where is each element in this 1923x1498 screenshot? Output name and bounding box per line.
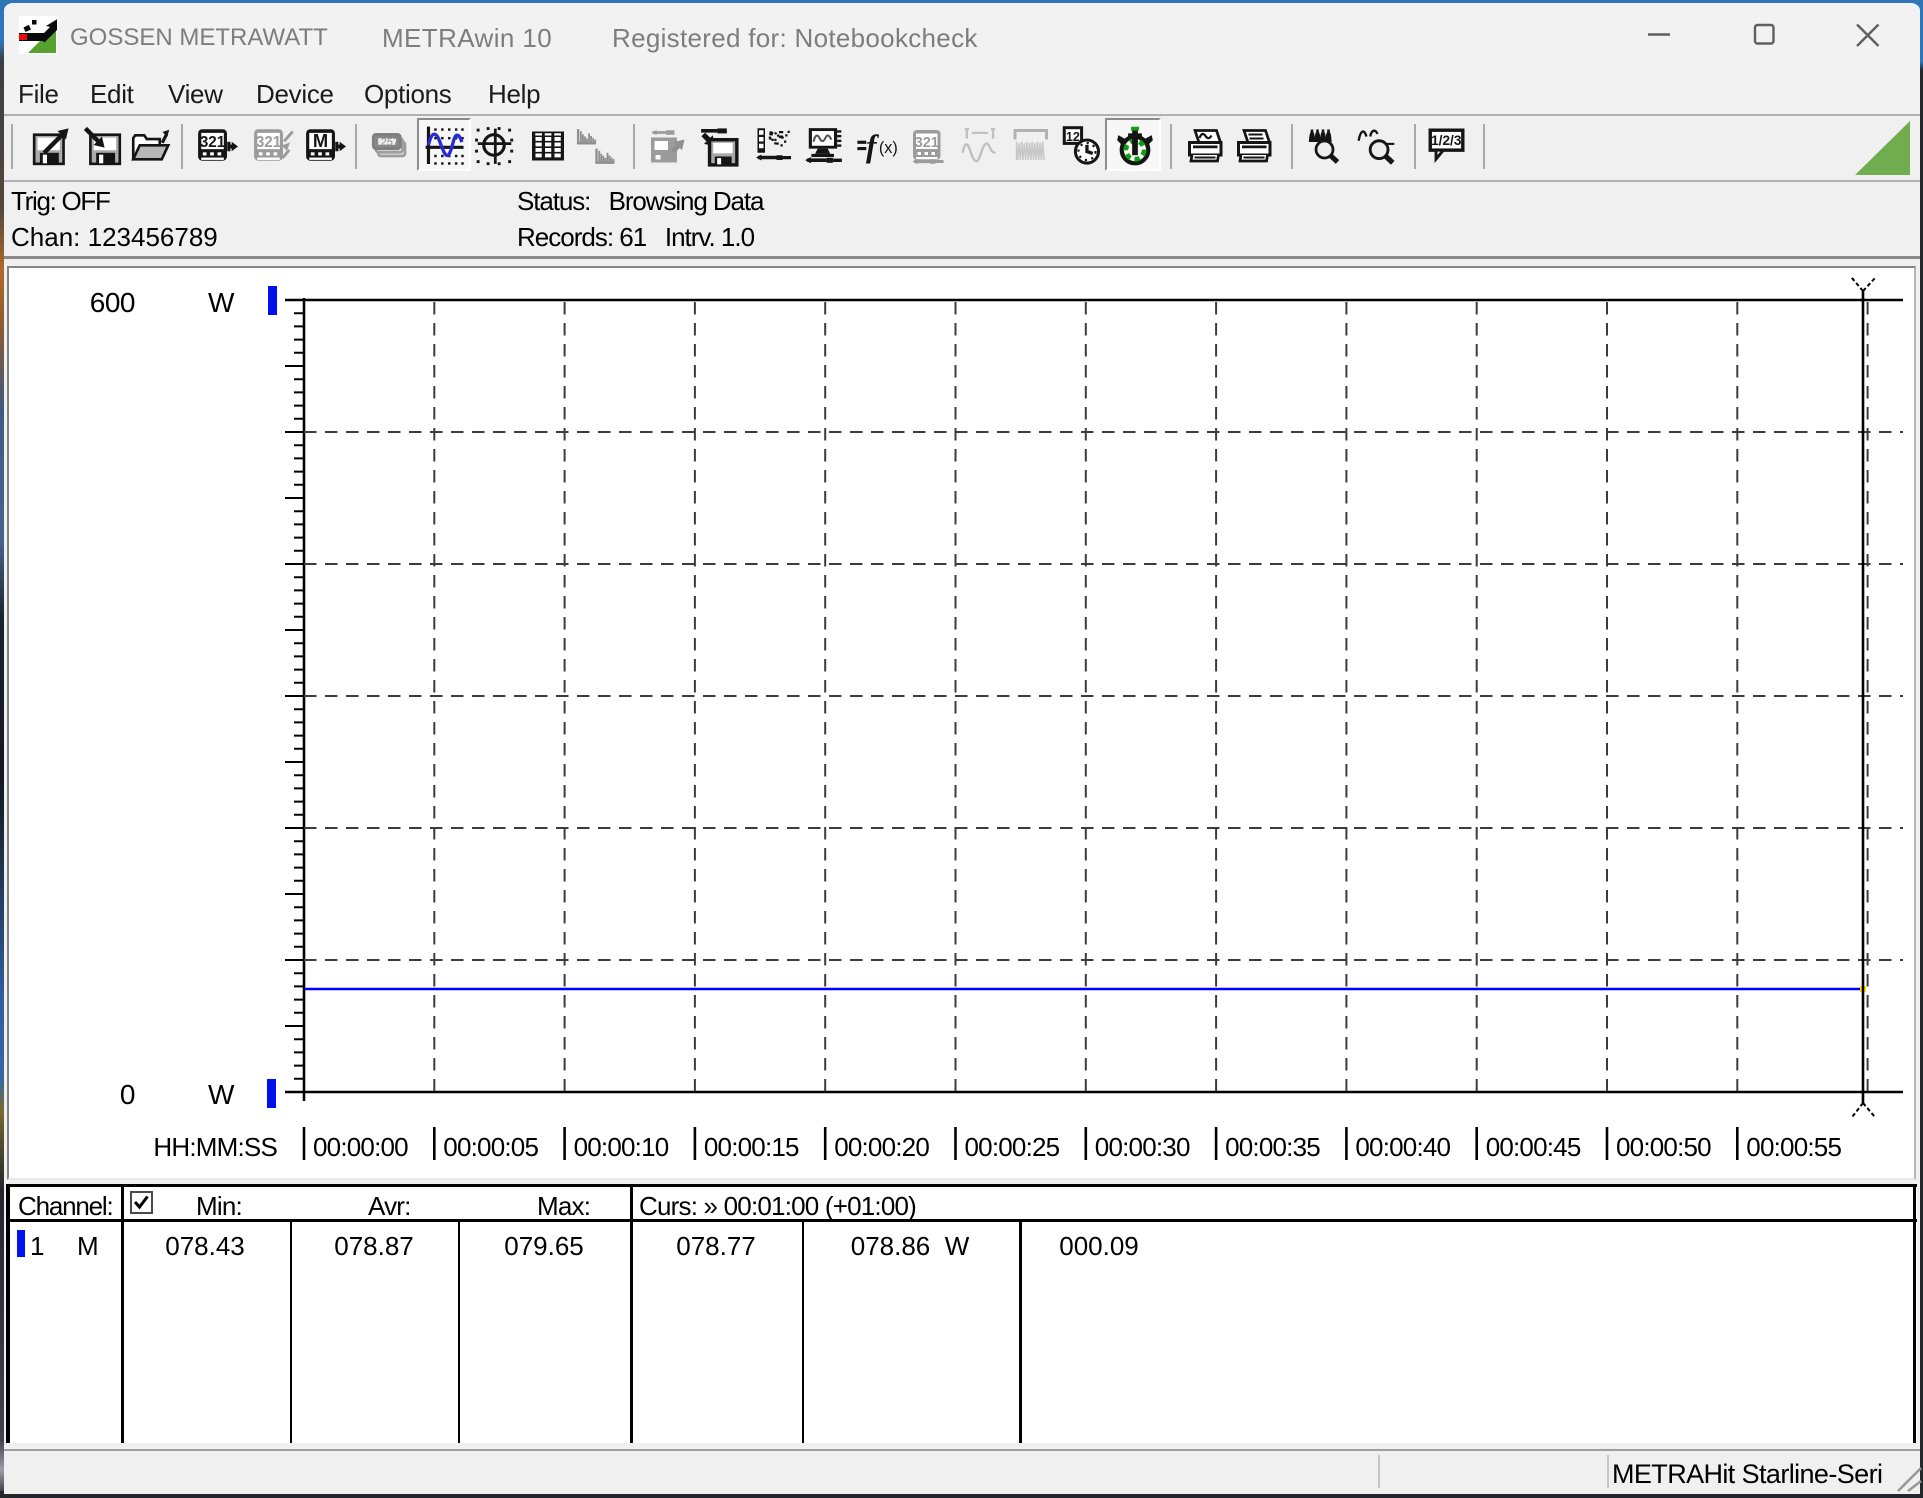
- svg-text:00:00:40: 00:00:40: [1355, 1132, 1450, 1162]
- svg-text:00:00:50: 00:00:50: [1616, 1132, 1711, 1162]
- svg-text:00:00:20: 00:00:20: [834, 1132, 929, 1162]
- svg-text:00:00:10: 00:00:10: [574, 1132, 669, 1162]
- svg-text:00:00:35: 00:00:35: [1225, 1132, 1320, 1162]
- svg-text:HH:MM:SS: HH:MM:SS: [153, 1132, 277, 1162]
- svg-text:W: W: [208, 1079, 235, 1110]
- svg-text:600: 600: [90, 287, 135, 318]
- svg-text:00:00:30: 00:00:30: [1095, 1132, 1190, 1162]
- svg-text:00:00:00: 00:00:00: [313, 1132, 408, 1162]
- svg-text:00:00:15: 00:00:15: [704, 1132, 799, 1162]
- svg-text:00:00:25: 00:00:25: [965, 1132, 1060, 1162]
- svg-text:00:00:55: 00:00:55: [1746, 1132, 1841, 1162]
- svg-text:00:00:45: 00:00:45: [1486, 1132, 1581, 1162]
- svg-text:0: 0: [120, 1079, 135, 1110]
- svg-text:W: W: [208, 287, 235, 318]
- svg-text:00:00:05: 00:00:05: [443, 1132, 538, 1162]
